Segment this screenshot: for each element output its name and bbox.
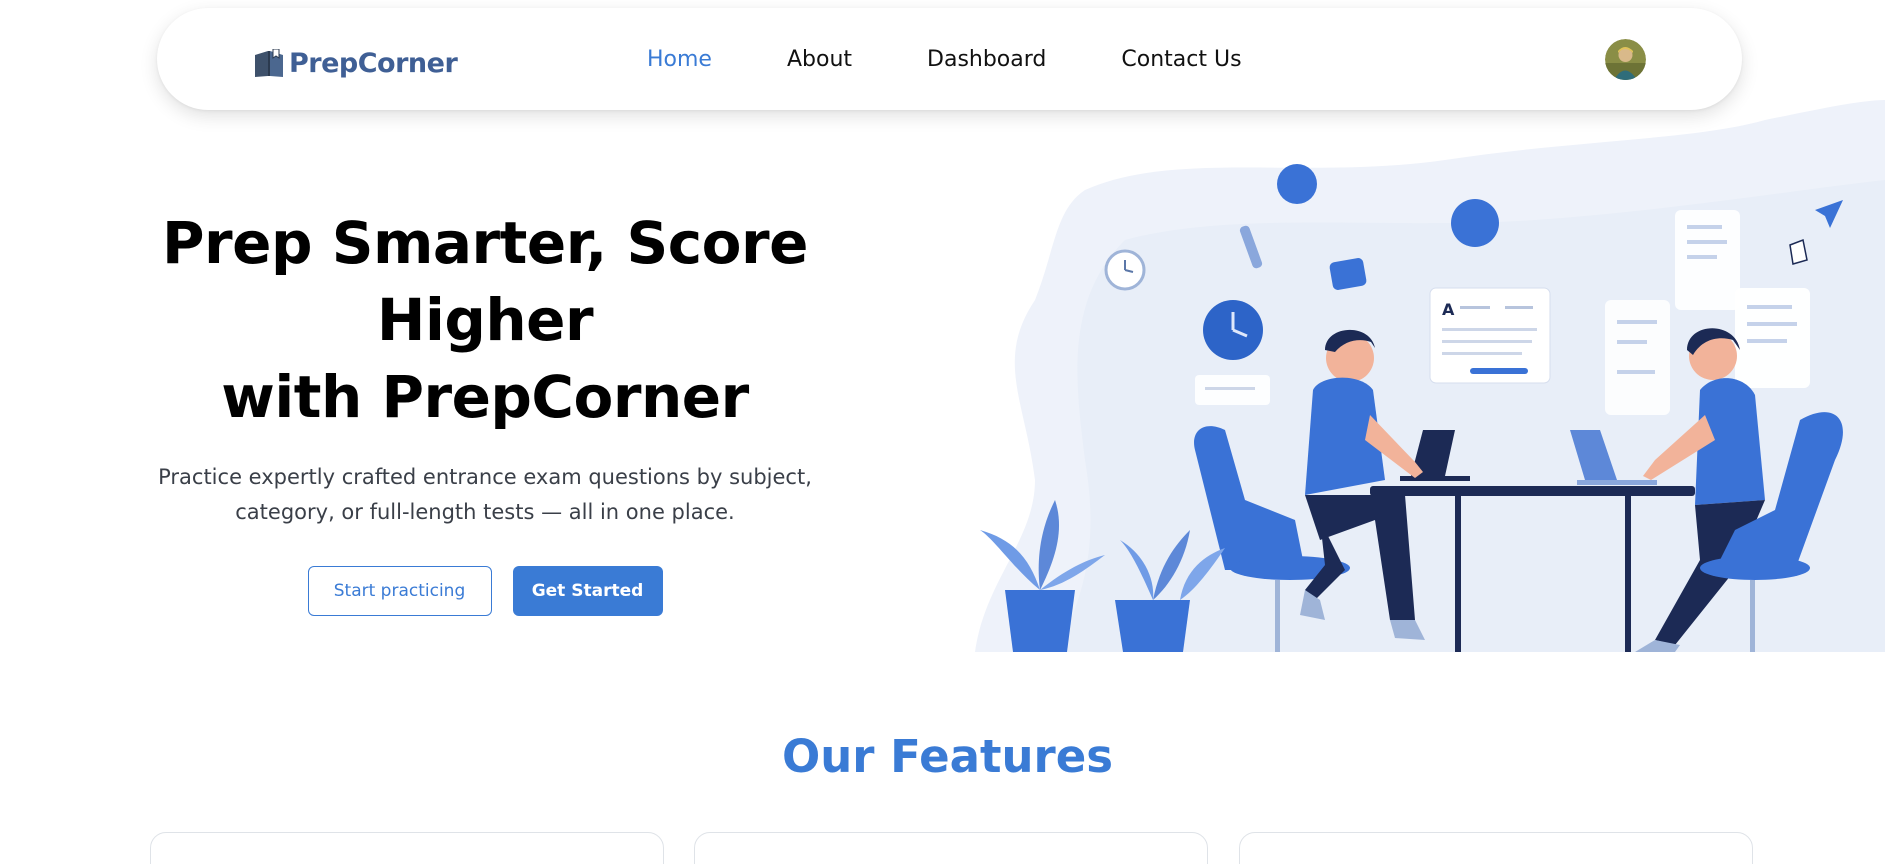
- book-icon: [255, 48, 283, 77]
- features-title: Our Features: [782, 730, 1113, 783]
- get-started-button[interactable]: Get Started: [512, 566, 663, 616]
- nav-link-contact-us[interactable]: Contact Us: [1121, 47, 1241, 72]
- avatar-image: [1605, 39, 1646, 80]
- illustration-svg: A: [975, 100, 1885, 652]
- navbar: PrepCorner Home About Dashboard Contact …: [157, 8, 1742, 110]
- hero-title-line-2: with PrepCorner: [221, 363, 749, 431]
- hero-title: Prep Smarter, Score Higher with PrepCorn…: [60, 205, 910, 436]
- hero-title-line-1: Prep Smarter, Score Higher: [162, 209, 808, 354]
- feature-card-3: [1239, 832, 1753, 864]
- nav-link-home[interactable]: Home: [647, 47, 712, 72]
- user-avatar[interactable]: [1605, 39, 1646, 80]
- svg-text:A: A: [1442, 300, 1455, 319]
- brand-logo-link[interactable]: PrepCorner: [253, 48, 458, 79]
- start-practicing-button[interactable]: Start practicing: [307, 566, 492, 616]
- nav-links: Home About Dashboard Contact Us: [647, 8, 1317, 110]
- hero-section: Prep Smarter, Score Higher with PrepCorn…: [60, 205, 910, 616]
- feature-card-2: [694, 832, 1208, 864]
- nav-link-dashboard[interactable]: Dashboard: [927, 47, 1046, 72]
- hero-subtitle: Practice expertly crafted entrance exam …: [158, 465, 812, 524]
- students-studying-illustration: A: [975, 100, 1885, 652]
- nav-link-about[interactable]: About: [787, 47, 852, 72]
- feature-card-1: [150, 832, 664, 864]
- brand-name: PrepCorner: [289, 48, 458, 79]
- hero-buttons: Start practicing Get Started: [60, 566, 910, 616]
